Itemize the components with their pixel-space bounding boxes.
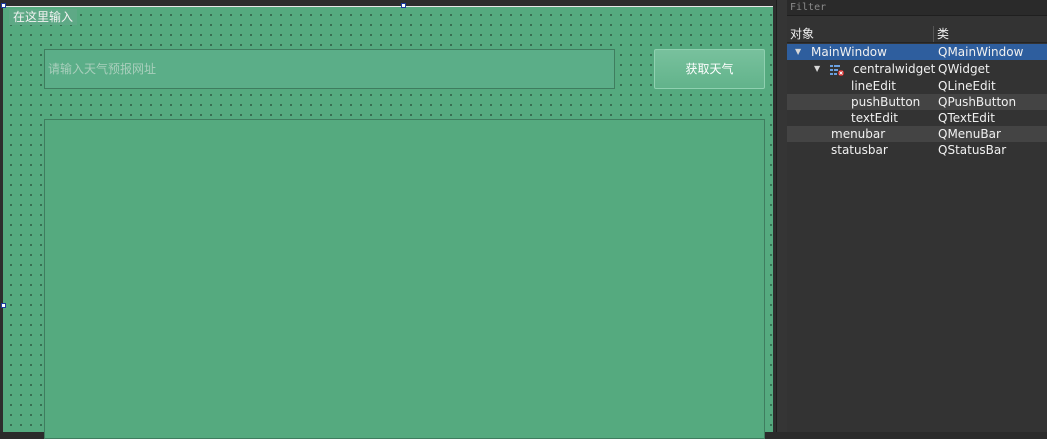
tree-row-lineedit[interactable]: lineEdit QLineEdit bbox=[787, 78, 1047, 94]
tree-class-name: QTextEdit bbox=[938, 111, 995, 125]
object-inspector: Filter 对象 类 ▼ MainWindow QMainWindow ▼ c… bbox=[787, 0, 1047, 432]
expand-arrow-icon[interactable]: ▼ bbox=[814, 61, 820, 77]
tree-row-menubar[interactable]: menubar QMenuBar bbox=[787, 126, 1047, 142]
tree-object-name: centralwidget bbox=[853, 62, 936, 76]
menubar-type-here[interactable]: 在这里输入 bbox=[9, 9, 78, 25]
tree-class-name: QMainWindow bbox=[938, 45, 1024, 59]
tree-class-name: QMenuBar bbox=[938, 127, 1001, 141]
line-edit-widget[interactable]: 请输入天气预报网址 bbox=[44, 49, 615, 89]
tree-object-name: statusbar bbox=[831, 143, 888, 157]
column-divider[interactable] bbox=[933, 26, 934, 42]
resize-handle-top-left[interactable] bbox=[1, 3, 6, 8]
tree-class-name: QStatusBar bbox=[938, 143, 1007, 157]
resize-handle-left[interactable] bbox=[1, 303, 6, 308]
resize-handle-top[interactable] bbox=[401, 3, 406, 8]
tree-class-name: QWidget bbox=[938, 62, 990, 76]
tree-object-name: textEdit bbox=[851, 111, 898, 125]
panel-splitter[interactable] bbox=[776, 0, 787, 432]
column-header-object[interactable]: 对象 bbox=[790, 26, 814, 42]
column-header-class[interactable]: 类 bbox=[937, 26, 949, 42]
designer-canvas[interactable]: 在这里输入 请输入天气预报网址 获取天气 bbox=[0, 0, 776, 439]
tree-object-name: pushButton bbox=[851, 95, 921, 109]
tree-object-name: menubar bbox=[831, 127, 886, 141]
tree-object-name: lineEdit bbox=[851, 79, 896, 93]
tree-row-textedit[interactable]: textEdit QTextEdit bbox=[787, 110, 1047, 126]
tree-class-name: QPushButton bbox=[938, 95, 1017, 109]
get-weather-button[interactable]: 获取天气 bbox=[654, 49, 765, 89]
tree-row-pushbutton[interactable]: pushButton QPushButton bbox=[787, 94, 1047, 110]
tree-row-statusbar[interactable]: statusbar QStatusBar bbox=[787, 142, 1047, 158]
tree-row-mainwindow[interactable]: ▼ MainWindow QMainWindow bbox=[787, 44, 1047, 60]
tree-class-name: QLineEdit bbox=[938, 79, 996, 93]
tree-object-name: MainWindow bbox=[811, 45, 887, 59]
tree-row-centralwidget[interactable]: ▼ centralwidget QWidget bbox=[787, 61, 1047, 77]
expand-arrow-icon[interactable]: ▼ bbox=[795, 44, 801, 60]
filter-input[interactable]: Filter bbox=[787, 0, 1047, 16]
main-window-form[interactable]: 在这里输入 请输入天气预报网址 获取天气 bbox=[3, 6, 773, 439]
layout-widget-icon bbox=[830, 64, 844, 76]
text-edit-widget[interactable] bbox=[44, 119, 765, 439]
tree-header: 对象 类 bbox=[787, 26, 1047, 43]
